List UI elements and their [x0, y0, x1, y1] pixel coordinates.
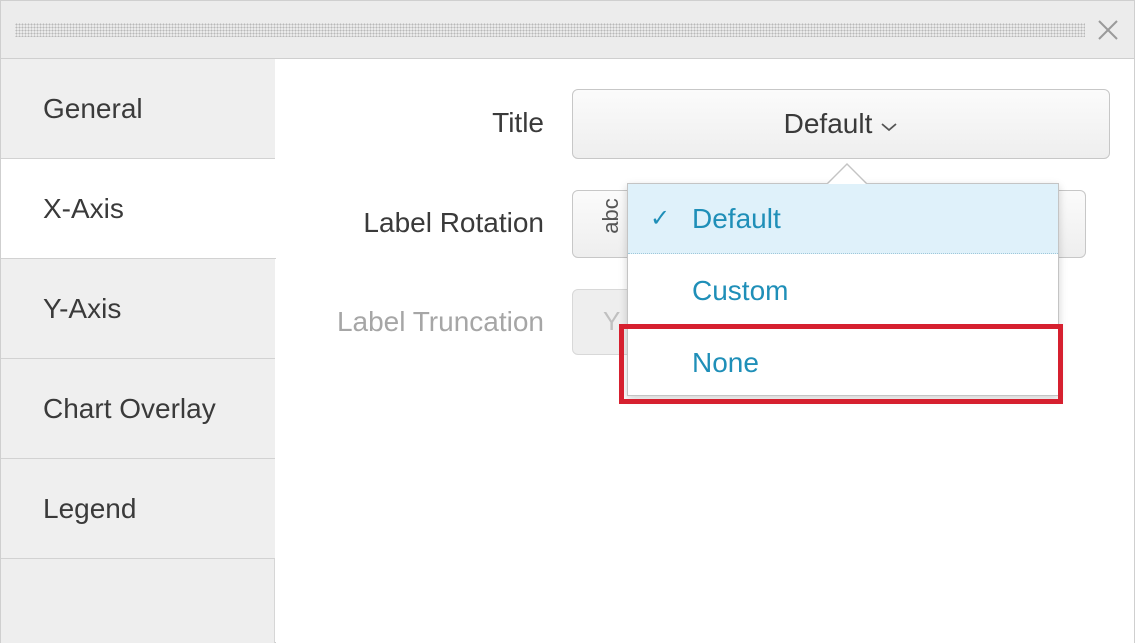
sidebar-item-label: Chart Overlay [43, 393, 216, 424]
sidebar-item-y-axis[interactable]: Y-Axis [1, 259, 275, 359]
chart-format-dialog: General X-Axis Y-Axis Chart Overlay Lege… [0, 0, 1135, 643]
label-rotation-label: Label Rotation [363, 207, 544, 238]
sidebar-item-label: General [43, 93, 143, 124]
sidebar-item-label: Y-Axis [43, 293, 122, 324]
menu-item-label: Custom [692, 275, 789, 306]
dropdown-caret-fill [828, 165, 866, 184]
chevron-down-icon [880, 108, 898, 140]
title-dropdown-button[interactable]: Default [572, 89, 1110, 159]
sidebar-item-label: X-Axis [43, 193, 124, 224]
highlight-box [619, 324, 1063, 404]
truncation-icon: Y [603, 306, 621, 336]
sidebar: General X-Axis Y-Axis Chart Overlay Lege… [1, 59, 276, 643]
sidebar-item-label: Legend [43, 493, 137, 524]
close-icon[interactable] [1094, 16, 1122, 44]
rotated-text-icon: abc [598, 198, 623, 234]
menu-item-custom[interactable]: Custom [628, 256, 1058, 326]
label-truncation-label: Label Truncation [336, 306, 544, 337]
drag-grip[interactable] [15, 23, 1085, 37]
title-dropdown-value: Default [783, 108, 873, 139]
sidebar-item-chart-overlay[interactable]: Chart Overlay [1, 359, 275, 459]
sidebar-item-legend[interactable]: Legend [1, 459, 275, 559]
sidebar-item-general[interactable]: General [1, 59, 275, 159]
check-icon: ✓ [650, 205, 671, 232]
menu-item-default[interactable]: ✓ Default [628, 184, 1058, 254]
dialog-titlebar[interactable] [1, 1, 1134, 59]
menu-item-label: Default [692, 203, 781, 234]
title-label: Title [492, 107, 544, 138]
sidebar-item-x-axis[interactable]: X-Axis [1, 159, 276, 259]
